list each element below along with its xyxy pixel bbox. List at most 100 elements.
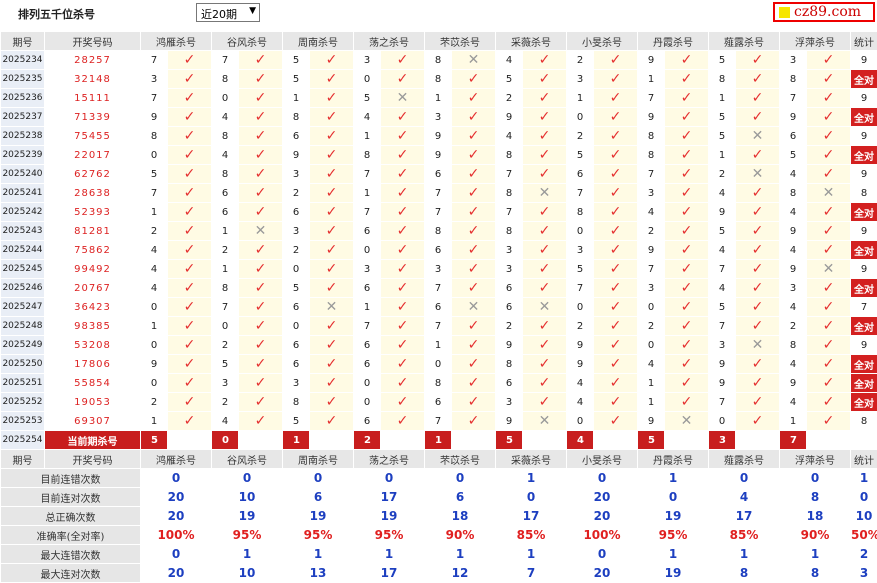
kill-number: 2 bbox=[212, 241, 239, 260]
kill-number: 8 bbox=[496, 146, 523, 165]
kill-number: 3 bbox=[567, 70, 594, 89]
check-icon: ✓ bbox=[594, 260, 638, 279]
check-icon: ✓ bbox=[736, 146, 780, 165]
column-header: 周南杀号 bbox=[283, 32, 354, 51]
kill-number: 9 bbox=[780, 260, 807, 279]
kill-number: 8 bbox=[638, 146, 665, 165]
kill-number: 8 bbox=[425, 222, 452, 241]
check-icon: ✓ bbox=[452, 355, 496, 374]
kill-number: 2 bbox=[283, 184, 310, 203]
summary-value: 1 bbox=[638, 545, 709, 564]
period-select[interactable]: 近20期 ▼ bbox=[196, 3, 260, 22]
kill-number: 5 bbox=[709, 51, 736, 70]
kill-number: 5 bbox=[709, 108, 736, 127]
kill-number: 3 bbox=[354, 51, 381, 70]
summary-value: 1 bbox=[212, 545, 283, 564]
kill-number: 9 bbox=[496, 336, 523, 355]
kill-number: 2 bbox=[709, 165, 736, 184]
issue-number: 2025252 bbox=[1, 393, 45, 412]
kill-number: 1 bbox=[638, 374, 665, 393]
check-icon: ✓ bbox=[239, 146, 283, 165]
summary-row: 总正确次数2019191918172019171810 bbox=[1, 507, 877, 526]
current-kill-number: 4 bbox=[567, 431, 594, 450]
check-icon: ✓ bbox=[594, 184, 638, 203]
issue-number: 2025234 bbox=[1, 51, 45, 70]
kill-number: 3 bbox=[638, 184, 665, 203]
current-kill-number: 5 bbox=[638, 431, 665, 450]
summary-value: 1 bbox=[780, 545, 851, 564]
issue-number: 2025248 bbox=[1, 317, 45, 336]
check-icon: ✓ bbox=[736, 203, 780, 222]
column-header: 芣苡杀号 bbox=[425, 32, 496, 51]
check-icon: ✓ bbox=[310, 222, 354, 241]
check-icon: ✓ bbox=[452, 260, 496, 279]
check-icon: ✓ bbox=[807, 222, 851, 241]
kill-number: 6 bbox=[425, 165, 452, 184]
summary-value: 10 bbox=[212, 564, 283, 583]
issue-number: 2025253 bbox=[1, 412, 45, 431]
check-icon: ✓ bbox=[807, 317, 851, 336]
kill-number: 8 bbox=[141, 127, 168, 146]
check-icon: ✓ bbox=[168, 336, 212, 355]
check-icon: ✓ bbox=[310, 355, 354, 374]
kill-number: 1 bbox=[780, 412, 807, 431]
table-row: 2025251558540✓3✓3✓0✓8✓6✓4✓1✓9✓9✓全对 bbox=[1, 374, 877, 393]
draw-number: 28638 bbox=[45, 184, 141, 203]
kill-number: 9 bbox=[425, 127, 452, 146]
current-spacer bbox=[807, 431, 851, 450]
kill-number: 4 bbox=[496, 51, 523, 70]
kill-number: 0 bbox=[709, 412, 736, 431]
column-header: 采薇杀号 bbox=[496, 450, 567, 469]
check-icon: ✓ bbox=[736, 241, 780, 260]
site-logo[interactable]: cz89.com bbox=[773, 2, 875, 22]
check-icon: ✓ bbox=[807, 146, 851, 165]
column-header: 期号 bbox=[1, 450, 45, 469]
check-icon: ✓ bbox=[239, 70, 283, 89]
kill-number: 4 bbox=[212, 146, 239, 165]
check-icon: ✓ bbox=[665, 222, 709, 241]
summary-value: 95% bbox=[212, 526, 283, 545]
check-icon: ✓ bbox=[523, 279, 567, 298]
kill-number: 2 bbox=[141, 393, 168, 412]
summary-value: 20 bbox=[567, 564, 638, 583]
current-kill-number: 1 bbox=[283, 431, 310, 450]
kill-number: 6 bbox=[283, 203, 310, 222]
draw-number: 53208 bbox=[45, 336, 141, 355]
row-stat: 7 bbox=[851, 298, 877, 317]
check-icon: ✓ bbox=[452, 203, 496, 222]
kill-number: 2 bbox=[638, 222, 665, 241]
check-icon: ✓ bbox=[736, 70, 780, 89]
kill-number: 7 bbox=[141, 51, 168, 70]
kill-number: 8 bbox=[212, 279, 239, 298]
check-icon: ✓ bbox=[381, 222, 425, 241]
row-stat: 全对 bbox=[851, 279, 877, 298]
check-icon: ✓ bbox=[381, 260, 425, 279]
kill-number: 9 bbox=[709, 203, 736, 222]
draw-number: 36423 bbox=[45, 298, 141, 317]
row-stat: 全对 bbox=[851, 355, 877, 374]
issue-number: 2025239 bbox=[1, 146, 45, 165]
check-icon: ✓ bbox=[736, 298, 780, 317]
check-icon: ✓ bbox=[452, 108, 496, 127]
summary-value: 19 bbox=[283, 507, 354, 526]
check-icon: ✓ bbox=[168, 412, 212, 431]
kill-number: 0 bbox=[141, 146, 168, 165]
summary-value: 13 bbox=[283, 564, 354, 583]
issue-number: 2025251 bbox=[1, 374, 45, 393]
kill-number: 4 bbox=[780, 165, 807, 184]
issue-number: 2025245 bbox=[1, 260, 45, 279]
check-icon: ✓ bbox=[665, 393, 709, 412]
check-icon: ✓ bbox=[239, 393, 283, 412]
summary-value: 0 bbox=[212, 469, 283, 488]
kill-number: 0 bbox=[354, 374, 381, 393]
current-kill-number: 3 bbox=[709, 431, 736, 450]
check-icon: ✓ bbox=[168, 184, 212, 203]
check-icon: ✓ bbox=[736, 317, 780, 336]
summary-value: 1 bbox=[638, 469, 709, 488]
logo-square-icon bbox=[779, 7, 790, 18]
kill-number: 9 bbox=[141, 108, 168, 127]
kill-number: 9 bbox=[567, 355, 594, 374]
kill-number: 5 bbox=[212, 355, 239, 374]
check-icon: ✓ bbox=[736, 222, 780, 241]
check-icon: ✓ bbox=[310, 374, 354, 393]
